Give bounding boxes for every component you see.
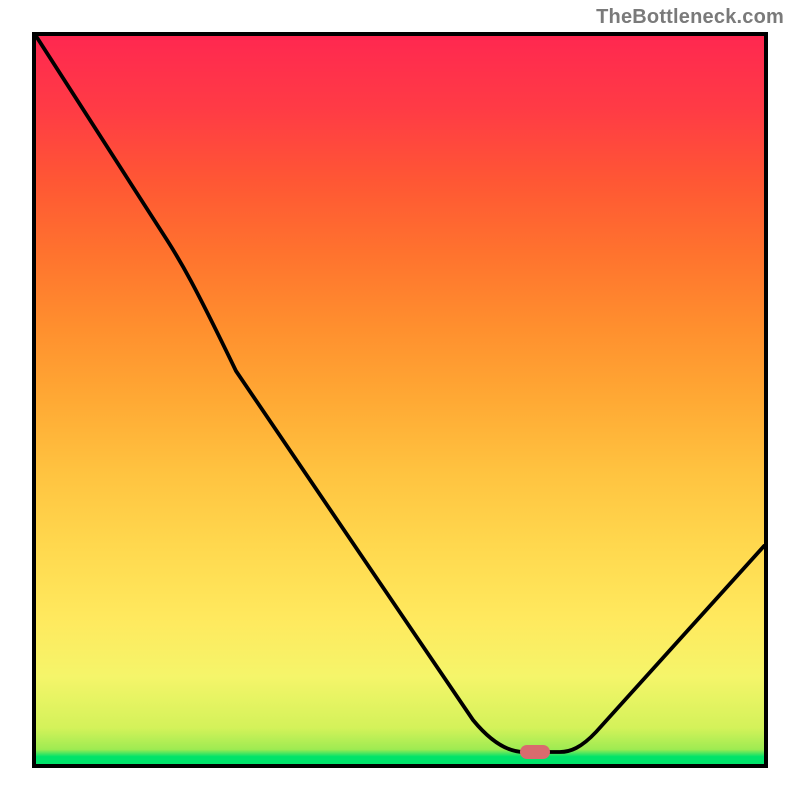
watermark-text: TheBottleneck.com [596,6,784,29]
curve-svg [36,36,764,764]
min-marker [520,745,550,759]
curve-path [36,36,764,752]
plot-area [32,32,768,768]
chart-frame: TheBottleneck.com [0,0,800,800]
